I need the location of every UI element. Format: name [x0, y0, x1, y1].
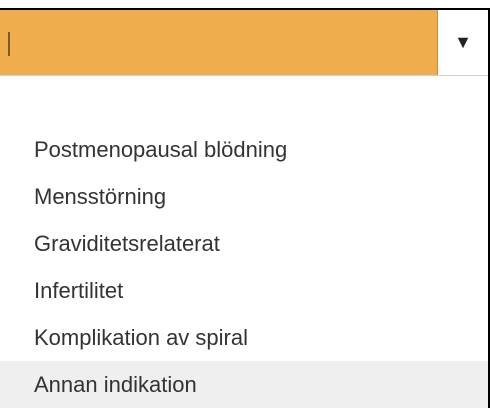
dropdown-toggle-button[interactable]: ▼: [438, 10, 488, 75]
select-control[interactable]: ▼: [0, 10, 488, 76]
text-cursor: [8, 32, 10, 56]
dropdown-option[interactable]: Mensstörning: [0, 173, 488, 220]
dropdown-option[interactable]: Komplikation av spiral: [0, 314, 488, 361]
dropdown-option[interactable]: Infertilitet: [0, 267, 488, 314]
chevron-down-icon: ▼: [454, 32, 472, 52]
dropdown-options-list: Postmenopausal blödning Mensstörning Gra…: [0, 126, 488, 408]
dropdown-option[interactable]: Postmenopausal blödning: [0, 126, 488, 173]
dropdown-option-highlighted[interactable]: Annan indikation: [0, 361, 488, 408]
dropdown-option[interactable]: Graviditetsrelaterat: [0, 220, 488, 267]
select-input[interactable]: [0, 10, 438, 75]
